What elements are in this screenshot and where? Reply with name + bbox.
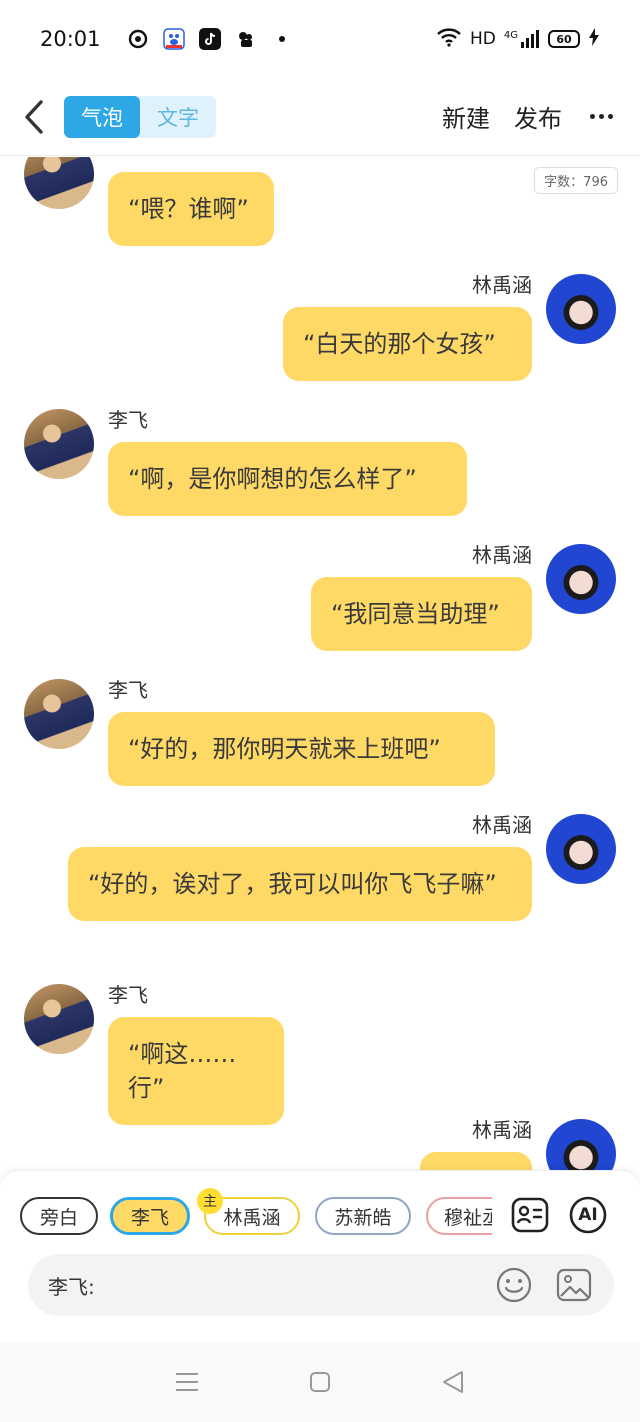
status-time: 20:01 — [40, 27, 101, 51]
ai-icon[interactable]: AI — [568, 1195, 608, 1235]
header-actions: 新建 发布 — [442, 99, 640, 134]
chat-area[interactable]: 字数：796 “喂？谁啊” 林禹涵 “白天的那个女孩” 李飞 “啊，是你啊想的怎… — [0, 157, 640, 1170]
message-bubble[interactable] — [420, 1152, 532, 1170]
avatar-lifei[interactable] — [24, 984, 94, 1054]
back-arrow-icon[interactable] — [4, 78, 64, 156]
douyin-icon — [198, 28, 221, 50]
word-count-badge: 字数：796 — [534, 167, 618, 194]
dot-icon — [271, 28, 293, 50]
avatar-linyuhan[interactable] — [546, 274, 616, 344]
menu-icon[interactable] — [167, 1362, 207, 1402]
speaker-name: 李飞 — [108, 678, 148, 702]
more-dots-icon[interactable] — [586, 114, 616, 119]
kuaishou-icon — [235, 28, 257, 50]
lead-badge: 主 — [197, 1188, 223, 1214]
message-bubble[interactable]: “喂？谁啊” — [108, 172, 274, 246]
emoji-icon[interactable] — [494, 1265, 534, 1305]
home-icon[interactable] — [300, 1362, 340, 1402]
avatar-lifei[interactable] — [24, 409, 94, 479]
message-bubble[interactable]: “好的，诶对了，我可以叫你飞飞子嘛” — [68, 847, 532, 921]
chip-muzhicheng[interactable]: 穆祉丞 — [426, 1197, 492, 1235]
status-right: HD 4G 60 — [436, 27, 600, 52]
message-bubble[interactable]: “啊，是你啊想的怎么样了” — [108, 442, 467, 516]
netease-music-icon — [127, 28, 149, 50]
message-bubble[interactable]: “啊这……行” — [108, 1017, 284, 1125]
back-icon[interactable] — [433, 1362, 473, 1402]
speaker-name: 林禹涵 — [472, 543, 532, 567]
signal-icon: 4G — [504, 30, 540, 48]
speaker-name: 林禹涵 — [472, 273, 532, 297]
charging-icon — [588, 27, 600, 51]
notification-icons — [127, 28, 293, 50]
character-chips: 旁白 李飞 林禹涵 苏新皓 穆祉丞 — [20, 1197, 492, 1237]
input-bar: 李飞: — [28, 1254, 614, 1316]
publish-button[interactable]: 发布 — [514, 99, 562, 134]
new-button[interactable]: 新建 — [442, 99, 490, 134]
message-bubble[interactable]: “我同意当助理” — [311, 577, 532, 651]
chip-suxinhao[interactable]: 苏新皓 — [315, 1197, 411, 1235]
avatar-linyuhan[interactable] — [546, 814, 616, 884]
system-nav-bar — [0, 1342, 640, 1422]
wifi-icon — [436, 27, 462, 52]
ai-label: AI — [578, 1205, 598, 1225]
mode-switch: 气泡 文字 — [64, 95, 216, 138]
speaker-name: 林禹涵 — [472, 813, 532, 837]
top-nav: 气泡 文字 新建 发布 — [0, 78, 640, 156]
avatar-lifei[interactable] — [24, 679, 94, 749]
chip-lifei[interactable]: 李飞 — [110, 1197, 190, 1235]
baidu-icon — [162, 28, 185, 50]
speaker-name: 李飞 — [108, 983, 148, 1007]
tab-bubble[interactable]: 气泡 — [64, 95, 140, 138]
contact-card-icon[interactable] — [510, 1195, 550, 1235]
chip-narrator[interactable]: 旁白 — [20, 1197, 98, 1235]
speaker-name: 李飞 — [108, 408, 148, 432]
message-bubble[interactable]: “白天的那个女孩” — [283, 307, 532, 381]
speaker-name: 林禹涵 — [472, 1118, 532, 1142]
avatar-linyuhan[interactable] — [546, 1119, 616, 1170]
speaker-label: 李飞: — [48, 1274, 95, 1299]
avatar-lifei[interactable] — [24, 157, 94, 209]
avatar-linyuhan[interactable] — [546, 544, 616, 614]
battery-indicator: 60 — [548, 30, 580, 48]
message-bubble[interactable]: “好的，那你明天就来上班吧” — [108, 712, 495, 786]
tab-text[interactable]: 文字 — [140, 96, 216, 138]
status-bar: 20:01 HD 4G 60 — [0, 0, 640, 78]
hd-label: HD — [470, 29, 496, 49]
image-icon[interactable] — [554, 1265, 594, 1305]
message-input[interactable] — [94, 1273, 494, 1297]
